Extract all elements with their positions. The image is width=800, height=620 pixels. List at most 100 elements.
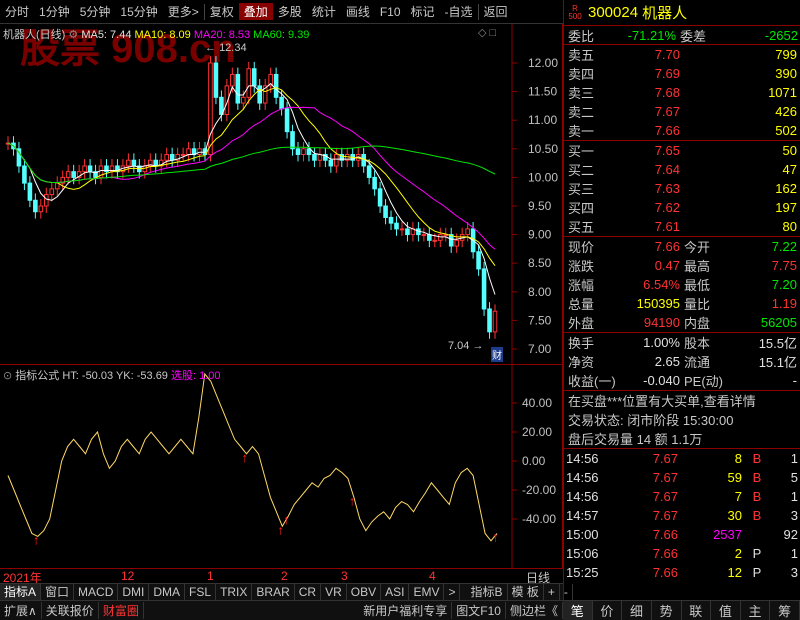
toolbar-item[interactable]: 5分钟 [75, 3, 116, 20]
toolbar-item[interactable]: F10 [375, 5, 406, 19]
settings-icon[interactable]: ⚙ [68, 29, 81, 41]
candle [377, 188, 383, 207]
ma20-label: MA20: 8.53 [193, 29, 251, 41]
indicator-tab[interactable]: VR [321, 584, 347, 600]
order-book-row: 买三 7.63 162 [564, 179, 800, 198]
level-label: 买三 [568, 182, 595, 197]
candle [481, 268, 487, 310]
indicator-name[interactable]: 指标公式 [15, 370, 59, 382]
toolbar-item[interactable]: 分时 [0, 3, 34, 20]
indicator-tab[interactable]: OBV [347, 584, 382, 600]
finance-label: 净资 [568, 355, 595, 370]
level-label: 买五 [568, 220, 595, 235]
indicator-tab[interactable]: ASI [381, 584, 410, 600]
candle [284, 108, 290, 133]
level-label: 卖四 [568, 67, 595, 82]
tick-time: 14:56 [566, 470, 599, 485]
toolbar-item[interactable]: 标记 [406, 3, 440, 20]
toolbar-item[interactable]: 多股 [273, 3, 307, 20]
extension-tab[interactable]: 图文F10 [452, 602, 506, 619]
tick-side: B [752, 508, 762, 523]
indicator-tab[interactable]: DMI [118, 584, 150, 600]
level-volume: 390 [775, 66, 797, 81]
toolbar-item[interactable]: 返回 [479, 3, 513, 20]
toolbar-item[interactable]: 叠加 [238, 3, 273, 20]
candle [437, 234, 443, 241]
extension-tab[interactable]: 新用户福利专享 [359, 602, 453, 619]
level-price: 7.70 [654, 47, 680, 62]
toolbar-item[interactable]: 画线 [341, 3, 375, 20]
ht-line [7, 372, 498, 542]
panel-tab[interactable]: 主 [741, 601, 771, 620]
panel-tab[interactable]: 值 [711, 601, 741, 620]
tick-side: P [752, 565, 762, 580]
level-volume: 1071 [768, 85, 797, 100]
panel-tab[interactable]: 联 [682, 601, 712, 620]
tick-volume: 7 [734, 489, 742, 504]
candle [372, 176, 377, 190]
candle [164, 154, 169, 161]
price-tick-label: 7.00 [528, 342, 552, 356]
ma60-label: MA60: 9.39 [253, 29, 310, 41]
panel-tab[interactable]: 细 [622, 601, 652, 620]
tick-side: P [752, 546, 762, 561]
level-volume: 50 [782, 143, 797, 158]
toolbar-item[interactable]: 更多> [163, 3, 204, 20]
indicator-tab[interactable]: FSL [185, 584, 217, 600]
tick-count: 1 [790, 546, 798, 561]
indicator-tab[interactable]: 模 板 [508, 584, 544, 600]
candle [432, 239, 438, 242]
indicator-tab[interactable]: 指标B [466, 584, 508, 600]
candle [383, 205, 388, 218]
indicator-tab[interactable]: BRAR [252, 584, 295, 600]
indicator-tab[interactable]: 窗口 [41, 584, 75, 600]
panel-tab[interactable]: 势 [652, 601, 682, 620]
toolbar-item[interactable]: 1分钟 [34, 3, 75, 20]
indicator-title-bar: ⊙ 指标公式 HT: -50.03 YK: -53.69 选股: 1.00 [3, 367, 221, 383]
extension-tab[interactable]: 财富圈 [99, 602, 144, 619]
tick-time: 14:57 [566, 508, 599, 523]
price-tick-label: 8.50 [528, 256, 552, 270]
panel-tab[interactable]: 筹 [770, 601, 800, 620]
tick-time: 15:25 [566, 565, 599, 580]
candle [476, 251, 481, 270]
buy-signal-arrow: ↑ [33, 532, 40, 547]
price-tick-label: 9.50 [528, 199, 552, 213]
tick-volume: 8 [734, 451, 742, 466]
ma5-label: MA5: 7.44 [81, 29, 132, 41]
tick-list[interactable]: 14:56 7.67 8 B 1 14:56 7.67 59 B 5 14:56 7.67 7 B 1 14:… [564, 449, 800, 582]
finance-badge[interactable]: 财 [491, 347, 503, 362]
indicator-tab[interactable]: MACD [74, 584, 119, 600]
toolbar-item[interactable]: -自选 [440, 3, 478, 20]
toolbar-item[interactable]: 15分钟 [115, 3, 162, 20]
finance-row: 换手 1.00% 股本 15.5亿 [564, 333, 800, 352]
indicator-tab[interactable]: CR [295, 584, 322, 600]
candle [27, 182, 33, 201]
panel-tab[interactable]: 笔 [563, 601, 593, 620]
toolbar-item[interactable]: 复权 [205, 3, 239, 20]
big-order-notice[interactable]: 在买盘***位置有大买单,查看详情 [564, 391, 800, 410]
candle [421, 234, 427, 237]
extension-tab[interactable]: 扩展∧ [0, 602, 42, 619]
x-label-3: 3 [341, 569, 348, 583]
indicator-tab[interactable]: DMA [149, 584, 186, 600]
indicator-tab[interactable]: TRIX [216, 584, 253, 600]
kline-chart[interactable]: 股票 908.cn 12.00 11.50 11.00 10.50 10.00 9.50 9… [0, 24, 563, 364]
indicator-tab[interactable]: + [544, 584, 560, 600]
chart-corner-icons[interactable]: ◇ □ [478, 26, 496, 39]
indicator-tab[interactable]: EMV [409, 584, 445, 600]
x-label-4: 4 [429, 569, 436, 583]
panel-tab[interactable]: 价 [593, 601, 623, 620]
extension-tab[interactable]: 关联报价 [42, 602, 99, 619]
buy-signal-arrow: ↑ [492, 530, 499, 545]
indicator-chart[interactable]: 40.00 20.00 0.00 -20.00 -40.00 ↑ ↑ ↑ ↑ ↑ ↑ ⊙ 指标公式… [0, 364, 563, 569]
extension-tab[interactable]: 侧边栏《 [506, 602, 563, 619]
indicator-tick-label: -40.00 [522, 512, 556, 526]
toolbar-item[interactable]: 统计 [307, 3, 341, 20]
indicator-tab[interactable]: > [444, 584, 461, 600]
candle [317, 154, 323, 161]
finance-value: 15.1亿 [758, 355, 797, 370]
collapse-icon[interactable]: ⊙ [3, 370, 12, 382]
indicator-tab[interactable]: 指标A [0, 584, 42, 600]
level-label: 卖二 [568, 105, 595, 120]
